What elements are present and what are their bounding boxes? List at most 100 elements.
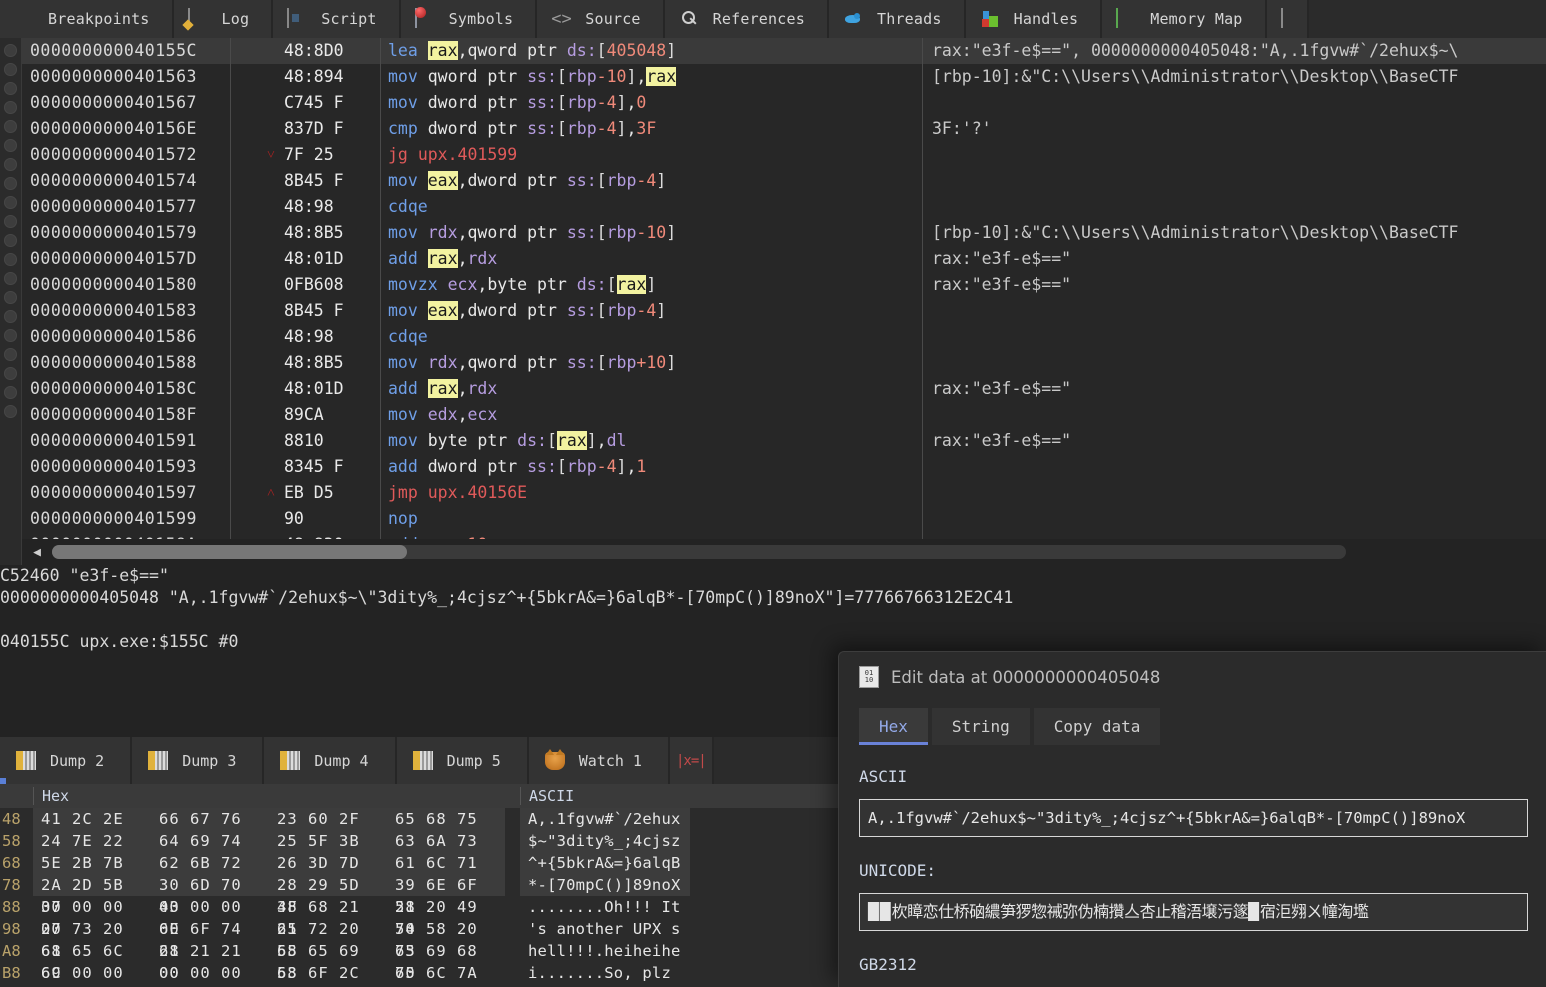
tab-threads[interactable]: Threads [828,0,966,38]
hex-byte-group[interactable]: 68 65 6C 6C [33,940,151,982]
tab-overflow-partial[interactable] [1266,0,1309,38]
dump-ascii[interactable]: ^+{5bkrA&=}6alqB [520,852,690,874]
dump-hex-bytes[interactable]: 5E 2B 7B 3562 6B 72 4126 3D 7D 3661 6C 7… [33,852,520,894]
ascii-column-header[interactable]: ASCII [520,787,690,805]
tab-source[interactable]: <> Source [537,0,665,38]
hex-byte-group[interactable]: 25 5F 3B 34 [269,830,387,872]
dialog-tab-hex[interactable]: Hex [859,708,928,745]
hex-byte-group[interactable]: 69 00 00 00 [33,962,151,987]
dump-ascii[interactable]: A,.1fgvw#`/2ehux [520,808,690,830]
dialog-tab-copy-data[interactable]: Copy data [1033,708,1161,745]
hex-byte-group[interactable]: 30 6D 70 43 [151,874,269,916]
hex-byte-group[interactable]: 50 58 20 73 [387,918,505,960]
tab-references[interactable]: References [664,0,829,38]
hex-byte-group[interactable]: 70 6C 7A 20 [387,962,505,987]
disassembly-row[interactable]: 0000000000401577 48:98 cdqe [22,194,1546,220]
tab-dump-2[interactable]: Dump 2 [0,737,133,784]
hex-byte-group[interactable]: 00 00 00 00 [151,896,269,938]
dump-hex-bytes[interactable]: 00 00 00 00 00 00 00 00 4F 68 21 21 21 20 4… [33,896,520,938]
hex-byte-group[interactable]: 6E 6F 74 68 [151,918,269,960]
disassembly-row[interactable]: 0000000000401574 8B45 F mov eax,dword ptr … [22,168,1546,194]
disassembly-row[interactable]: 0000000000401567 C745 F mov dword ptr ss:[… [22,90,1546,116]
dump-hex-bytes[interactable]: 69 00 00 0000 00 00 0053 6F 2C 2070 6C 7… [33,962,520,987]
disassembly-row[interactable]: 0000000000401588 48:8B5 mov rdx,qword ptr … [22,350,1546,376]
tab-symbols[interactable]: Symbols [400,0,538,38]
dialog-tab-string[interactable]: String [931,708,1030,745]
disassembly-row[interactable]: 0000000000401591 8810 mov byte ptr ds:[rax… [22,428,1546,454]
dump-hex-bytes[interactable]: 41 2C 2E 3166 67 76 7723 60 2F 3265 68 7… [33,808,520,850]
breakpoint-toggle[interactable] [4,177,17,190]
tab-memory-map[interactable]: Memory Map [1102,0,1267,38]
tab-dump-5[interactable]: Dump 5 [396,737,529,784]
breakpoint-toggle[interactable] [4,196,17,209]
breakpoint-toggle[interactable] [4,139,17,152]
breakpoint-toggle[interactable] [4,272,17,285]
breakpoint-toggle[interactable] [4,253,17,266]
hex-byte-group[interactable]: 28 29 5D 38 [269,874,387,916]
disassembly-row[interactable]: 0000000000401580 0FB608 movzx ecx,byte ptr… [22,272,1546,298]
dump-ascii[interactable]: *-[70mpC()]89noX [520,874,690,896]
breakpoint-toggle[interactable] [4,44,17,57]
hex-byte-group[interactable]: 66 67 76 77 [151,808,269,850]
dump-ascii[interactable]: hell!!!.heiheihe [520,940,690,962]
disassembly-row[interactable]: 000000000040158C 48:01D add rax,rdx rax:"e3… [22,376,1546,402]
tab-log[interactable]: Log [173,0,274,38]
breakpoint-toggle[interactable] [4,120,17,133]
disassembly-row[interactable]: 0000000000401586 48:98 cdqe [22,324,1546,350]
hex-byte-group[interactable]: 61 6C 71 42 [387,852,505,894]
edit-data-dialog[interactable]: 01 10 Edit data at 0000000000405048 Hex S… [838,651,1546,987]
hex-byte-group[interactable]: 65 68 75 78 [387,808,505,850]
hex-byte-group[interactable]: 27 73 20 61 [33,918,151,960]
tab-watch-1[interactable]: Watch 1 [528,737,670,784]
hex-byte-group[interactable]: 00 00 00 00 [151,962,269,987]
breakpoint-toggle[interactable] [4,158,17,171]
hex-byte-group[interactable]: 62 6B 72 41 [151,852,269,894]
hex-byte-group[interactable]: 53 6F 2C 20 [269,962,387,987]
dump-hex-bytes[interactable]: 2A 2D 5B 37 30 6D 70 43 28 29 5D 38 39 6E 6… [33,874,520,916]
hex-byte-group[interactable]: 39 6E 6F 58 [387,874,505,916]
dump-hex-bytes[interactable]: 24 7E 22 3364 69 74 7925 5F 3B 3463 6A 7… [33,830,520,872]
hex-byte-group[interactable]: 64 69 74 79 [151,830,269,872]
dump-ascii[interactable]: 's another UPX s [520,918,690,940]
dump-ascii[interactable]: $~"3dity%_;4cjsz [520,830,690,852]
disassembly-row[interactable]: 000000000040156E 837D F cmp dword ptr ss:[… [22,116,1546,142]
breakpoint-toggle[interactable] [4,82,17,95]
ascii-field-input[interactable]: A,.1fgvw#`/2ehux$~"3dity%_;4cjsz^+{5bkrA… [859,799,1528,837]
hex-byte-group[interactable]: 2A 2D 5B 37 [33,874,151,916]
disassembly-row[interactable]: 0000000000401597 ˄ EB D5 jmp upx.40156E [22,480,1546,506]
scrollbar-thumb[interactable] [52,545,407,559]
tab-handles[interactable]: Handles [965,0,1103,38]
scrollbar-track[interactable] [52,545,1346,559]
hex-byte-group[interactable]: 41 2C 2E 31 [33,808,151,850]
tab-script[interactable]: Script [273,0,401,38]
hex-byte-group[interactable]: 00 00 00 00 [33,896,151,938]
dump-hex-bytes[interactable]: 68 65 6C 6C 21 21 21 00 68 65 69 68 65 69 6… [33,940,520,982]
dump-ascii[interactable]: i.......So, plz [520,962,690,984]
breakpoint-toggle[interactable] [4,215,17,228]
disassembly-row[interactable]: 000000000040158F 89CA mov edx,ecx [22,402,1546,428]
hex-byte-group[interactable]: 65 69 68 65 [387,940,505,982]
tab-dump-3[interactable]: Dump 3 [132,737,265,784]
hex-byte-group[interactable]: 23 60 2F 32 [269,808,387,850]
unicode-field-input[interactable]: ▉▉杴瞕恋仕桥硇繷笋猡惣祴弥伪楠攢亼杏止稽浯壌污篴▉宿洰翙ㄨ幢淘壏 [859,893,1528,931]
hex-byte-group[interactable]: 68 65 69 68 [269,940,387,982]
scroll-left-arrow[interactable]: ◀ [22,545,52,560]
breakpoint-toggle[interactable] [4,367,17,380]
disassembly-row[interactable]: 0000000000401563 48:894 mov qword ptr ss:[… [22,64,1546,90]
hex-byte-group[interactable]: 24 7E 22 33 [33,830,151,872]
breakpoint-toggle[interactable] [4,329,17,342]
tab-breakpoints[interactable]: Breakpoints [0,0,174,38]
breakpoint-toggle[interactable] [4,101,17,114]
breakpoint-toggle[interactable] [4,405,17,418]
hex-byte-group[interactable]: 21 20 49 74 [387,896,505,938]
breakpoint-toggle[interactable] [4,386,17,399]
hex-column-header[interactable]: Hex [33,787,520,805]
disassembly-row[interactable]: 0000000000401579 48:8B5 mov rdx,qword ptr … [22,220,1546,246]
disassembly-view[interactable]: 000000000040155C 48:8D0 lea rax,qword ptr … [0,38,1546,565]
breakpoint-toggle[interactable] [4,63,17,76]
breakpoint-gutter[interactable] [0,38,22,565]
disassembly-row[interactable]: 0000000000401572 ˅ 7F 25 jg upx.401599 [22,142,1546,168]
hex-byte-group[interactable]: 65 72 20 55 [269,918,387,960]
disassembly-row[interactable]: 000000000040155C 48:8D0 lea rax,qword ptr … [22,38,1546,64]
disassembly-row[interactable]: 000000000040157D 48:01D add rax,rdx rax:"e3… [22,246,1546,272]
